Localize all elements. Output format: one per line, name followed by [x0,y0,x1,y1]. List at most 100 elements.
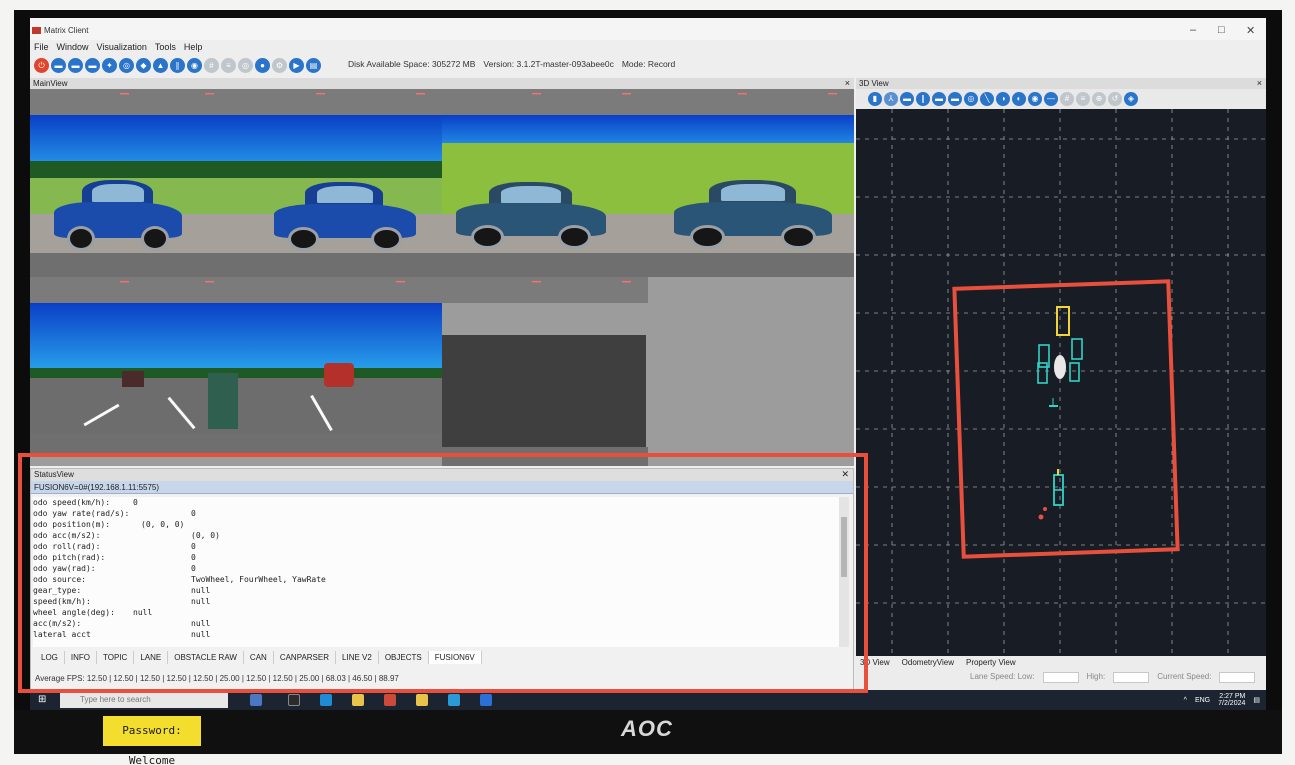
task-view-icon[interactable] [250,694,262,706]
sensor-icon[interactable]: ◐ [1012,92,1026,106]
system-tray: ^ ENG 2:27 PM 7/2/2024 ▤ [1184,693,1260,707]
3d-view-toolbar: ▮ ⅄ ▬ ∥ ▬ ▬ ◎ ╲ ◑ ◐ ◉ — # ≡ ⊕ ↺ ◈ [856,89,1266,109]
car-icon[interactable]: ▬ [932,92,946,106]
terminal-app-icon[interactable] [288,694,300,706]
language-indicator[interactable]: ENG [1195,697,1210,704]
layers-icon[interactable]: ≡ [221,57,236,73]
highlight-box-3d-objects [952,279,1180,559]
password-sticker: Password: Welcome [103,716,201,765]
current-speed-field[interactable] [1219,672,1256,683]
clock-time: 2:27 PM [1219,693,1246,700]
zoom-icon[interactable]: ⊕ [1092,92,1106,106]
close-button[interactable]: ✕ [1246,24,1255,37]
view-top-icon[interactable]: ▮ [868,92,882,106]
windows-taskbar: ⊞ Type here to search ^ ENG 2:27 PM 7/2/… [30,690,1266,710]
disk-icon[interactable]: ▤ [306,57,321,73]
app-icon [32,27,41,34]
menu-file[interactable]: File [34,42,49,54]
camera-5-header: ▬▬▬ ▬▬▬ [30,277,236,303]
edge-browser-icon[interactable] [320,694,332,706]
taskbar-search-box[interactable]: Type here to search [60,692,228,708]
warning-icon[interactable]: ▲ [153,57,168,73]
camera-2-header: ▬▬▬ ▬▬▬ [236,89,442,115]
chevron-up-icon[interactable]: ^ [1184,697,1187,704]
target-icon[interactable]: ◎ [964,92,978,106]
lane-speed-low-field[interactable] [1042,672,1079,683]
disk-space-label: Disk Available Space: 305272 MB [348,59,476,69]
highlight-box-status [18,453,868,693]
lead-vehicle [122,371,144,387]
app-icon[interactable] [480,694,492,706]
3d-view-title: 3D View [856,78,1266,89]
minus-icon[interactable]: — [1044,92,1058,106]
axis-icon[interactable]: ⅄ [884,92,898,106]
camera-7-header: ▬▬▬ ▬▬▬ [442,277,648,303]
minimize-button[interactable]: – [1190,24,1196,36]
monitor-brand-logo: AOC [621,716,673,741]
menu-visualization[interactable]: Visualization [97,42,147,54]
3d-view-close-button[interactable]: × [1257,78,1262,89]
fov-icon[interactable]: ◈ [1124,92,1138,106]
3d-view-footer: 3D View OdometryView Property View Lane … [856,656,1266,690]
record-icon[interactable]: ● [255,57,270,73]
vehicle-icon[interactable]: ▬ [900,92,914,106]
lane-speed-low-label: Lane Speed: Low: [970,672,1035,681]
folder-icon[interactable] [416,694,428,706]
camera-feed-1[interactable] [30,115,442,253]
radar-icon[interactable]: ◑ [996,92,1010,106]
bicycle-icon[interactable]: ◎ [119,57,134,73]
camera-2-footer [236,253,442,277]
vscode-icon[interactable] [448,694,460,706]
toolbar-status: Disk Available Space: 305272 MB Version:… [348,59,675,69]
eye-icon[interactable]: ◉ [1028,92,1042,106]
camera-1-footer [30,253,236,277]
lane-icon[interactable]: ∥ [916,92,930,106]
vehicle-render [208,373,238,429]
truck-icon[interactable]: ▬ [68,57,83,73]
menu-tools[interactable]: Tools [155,42,176,54]
truck-icon[interactable]: ▬ [948,92,962,106]
menu-window[interactable]: Window [57,42,89,54]
car-icon[interactable]: ▬ [51,57,66,73]
main-view-title: MainView [30,78,854,89]
reset-icon[interactable]: ↺ [1108,92,1122,106]
menu-help[interactable]: Help [184,42,203,54]
target-icon[interactable]: ◎ [238,57,253,73]
settings-icon[interactable]: ⚙ [272,57,287,73]
current-speed-label: Current Speed: [1157,672,1212,681]
traffic-sign-icon[interactable]: ◆ [136,57,151,73]
camera-feed-3[interactable] [30,303,442,433]
camera-icon[interactable]: ◉ [187,57,202,73]
windows-start-icon[interactable]: ⊞ [38,694,50,706]
lane-speed-high-field[interactable] [1113,672,1150,683]
file-explorer-icon[interactable] [352,694,364,706]
camera-6-header: ▬▬▬ [236,277,442,303]
layers-icon[interactable]: ≡ [1076,92,1090,106]
vehicle-render [274,179,416,251]
main-view-close-button[interactable]: × [845,78,850,89]
app-icon[interactable] [384,694,396,706]
camera-feed-2[interactable] [442,115,854,253]
ruler-icon[interactable]: ╲ [980,92,994,106]
tab-odometry-view[interactable]: OdometryView [902,658,954,667]
monitor-bezel-right [1266,10,1282,710]
maximize-button[interactable]: □ [1218,24,1225,36]
clock-date: 7/2/2024 [1218,700,1246,707]
vehicle-render [674,177,832,249]
lane-icon[interactable]: ∥ [170,57,185,73]
monitor-bezel-top [14,10,1282,18]
lane-speed-bar: Lane Speed: Low: High: Current Speed: [970,672,1256,683]
clock[interactable]: 2:27 PM 7/2/2024 [1218,693,1245,707]
camera-3-footer [442,253,648,277]
camera-4-header: ▬▬▬ ▬▬▬ [648,89,854,115]
pedestrian-icon[interactable]: ✦ [102,57,117,73]
grid-icon[interactable]: # [204,57,219,73]
power-icon[interactable]: ⏻ [34,57,49,73]
lead-vehicle [324,363,354,387]
grid-icon[interactable]: # [1060,92,1074,106]
camera-feed-4[interactable] [442,335,646,447]
play-icon[interactable]: ▶ [289,57,304,73]
notification-icon[interactable]: ▤ [1253,696,1260,704]
bus-icon[interactable]: ▬ [85,57,100,73]
tab-property-view[interactable]: Property View [966,658,1016,667]
